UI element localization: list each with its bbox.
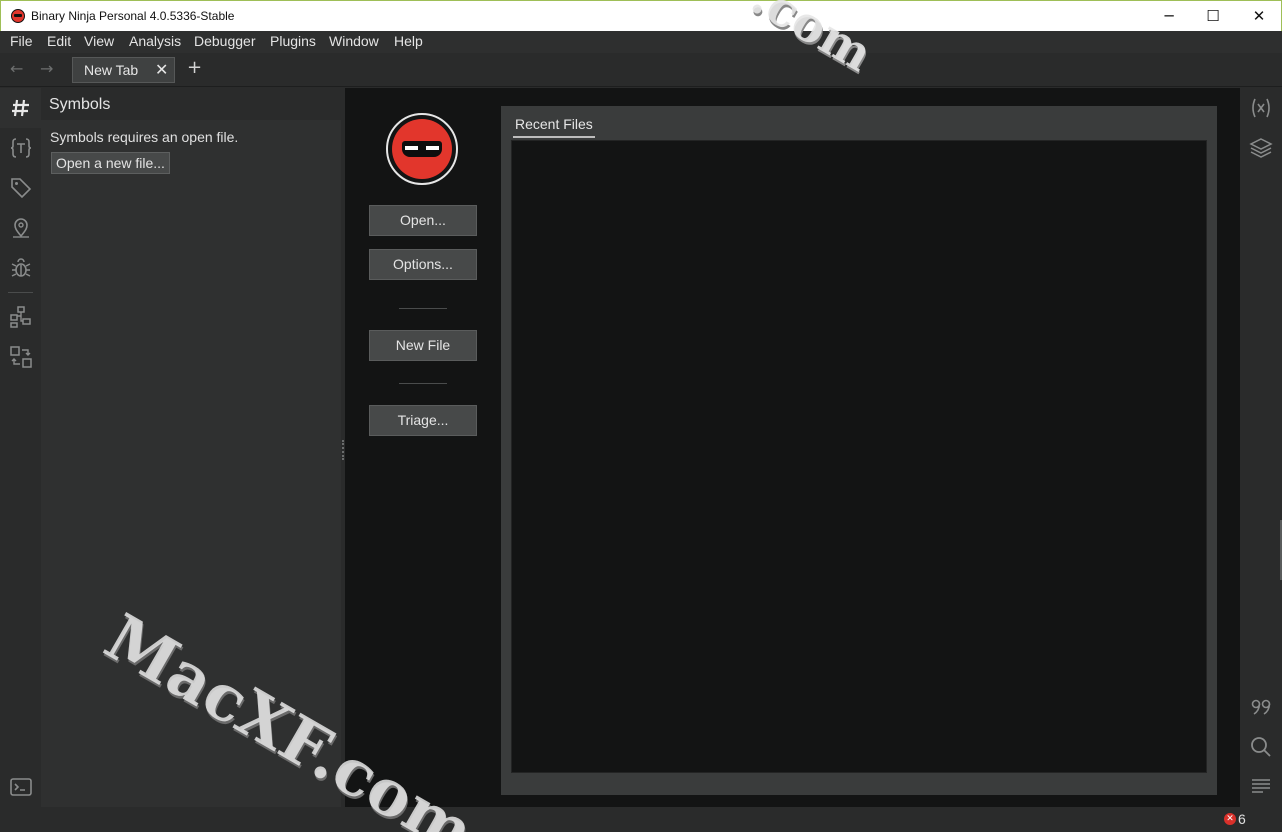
recent-files-list[interactable] (511, 140, 1207, 773)
symbols-empty-message: Symbols requires an open file. (50, 129, 239, 145)
triage-button[interactable]: Triage... (369, 405, 477, 436)
tags-icon[interactable] (9, 176, 33, 200)
rail-divider (8, 292, 33, 293)
logo-eye-right (426, 146, 439, 150)
separator (399, 383, 447, 384)
menu-analysis[interactable]: Analysis (129, 33, 181, 49)
symbols-hash-icon[interactable] (9, 96, 33, 120)
menu-help[interactable]: Help (394, 33, 423, 49)
error-count[interactable]: 6 (1238, 811, 1246, 827)
symbols-title: Symbols (49, 96, 111, 113)
menu-edit[interactable]: Edit (47, 33, 71, 49)
logo-red-circle (392, 119, 452, 179)
binary-ninja-app-icon (11, 9, 25, 23)
menu-file[interactable]: File (10, 33, 33, 49)
symbols-header: Symbols (41, 88, 341, 120)
separator (399, 308, 447, 309)
logo-eye-left (405, 146, 418, 150)
variables-icon[interactable] (1249, 96, 1273, 120)
right-sidebar-rail (1240, 88, 1282, 807)
location-pin-icon[interactable] (9, 216, 33, 240)
menu-debugger[interactable]: Debugger (194, 33, 256, 49)
terminal-icon[interactable] (9, 775, 33, 799)
recent-files-tab-underline (513, 136, 595, 138)
tab-recent-files[interactable]: Recent Files (515, 116, 593, 132)
cross-references-icon[interactable] (9, 345, 33, 369)
tab-new-tab[interactable]: New Tab ✕ (72, 57, 175, 83)
close-window-button[interactable]: ✕ (1236, 1, 1282, 31)
maximize-button[interactable]: ☐ (1190, 1, 1236, 31)
search-icon[interactable] (1249, 735, 1273, 759)
layers-icon[interactable] (1249, 136, 1273, 160)
quote-icon[interactable] (1249, 695, 1273, 719)
options-button[interactable]: Options... (369, 249, 477, 280)
error-icon[interactable]: ✕ (1224, 813, 1236, 825)
open-new-file-button[interactable]: Open a new file... (51, 152, 170, 174)
binary-ninja-logo (386, 113, 458, 185)
menu-plugins[interactable]: Plugins (270, 33, 316, 49)
recent-files-panel: Recent Files (501, 106, 1217, 795)
debugger-bug-icon[interactable] (9, 256, 33, 280)
new-file-button[interactable]: New File (369, 330, 477, 361)
window-edge-handle (1276, 520, 1282, 580)
menu-bar: File Edit View Analysis Debugger Plugins… (0, 31, 1282, 53)
title-bar: Binary Ninja Personal 4.0.5336-Stable ─ … (0, 0, 1282, 31)
window-title: Binary Ninja Personal 4.0.5336-Stable (31, 9, 235, 23)
status-bar (0, 807, 1282, 832)
add-tab-button[interactable]: + (187, 57, 202, 78)
left-sidebar-rail (0, 88, 41, 807)
types-icon[interactable] (9, 136, 33, 160)
back-arrow-icon[interactable]: ← (10, 59, 23, 78)
tab-label: New Tab (84, 62, 139, 78)
hierarchy-icon[interactable] (9, 305, 33, 329)
text-lines-icon[interactable] (1249, 775, 1273, 799)
tab-bar: ← → New Tab ✕ + (0, 53, 1282, 87)
open-button[interactable]: Open... (369, 205, 477, 236)
tab-close-icon[interactable]: ✕ (155, 60, 168, 79)
splitter-handle[interactable] (342, 440, 344, 460)
forward-arrow-icon[interactable]: → (40, 59, 53, 78)
menu-window[interactable]: Window (329, 33, 379, 49)
menu-view[interactable]: View (84, 33, 114, 49)
minimize-button[interactable]: ─ (1146, 1, 1192, 31)
